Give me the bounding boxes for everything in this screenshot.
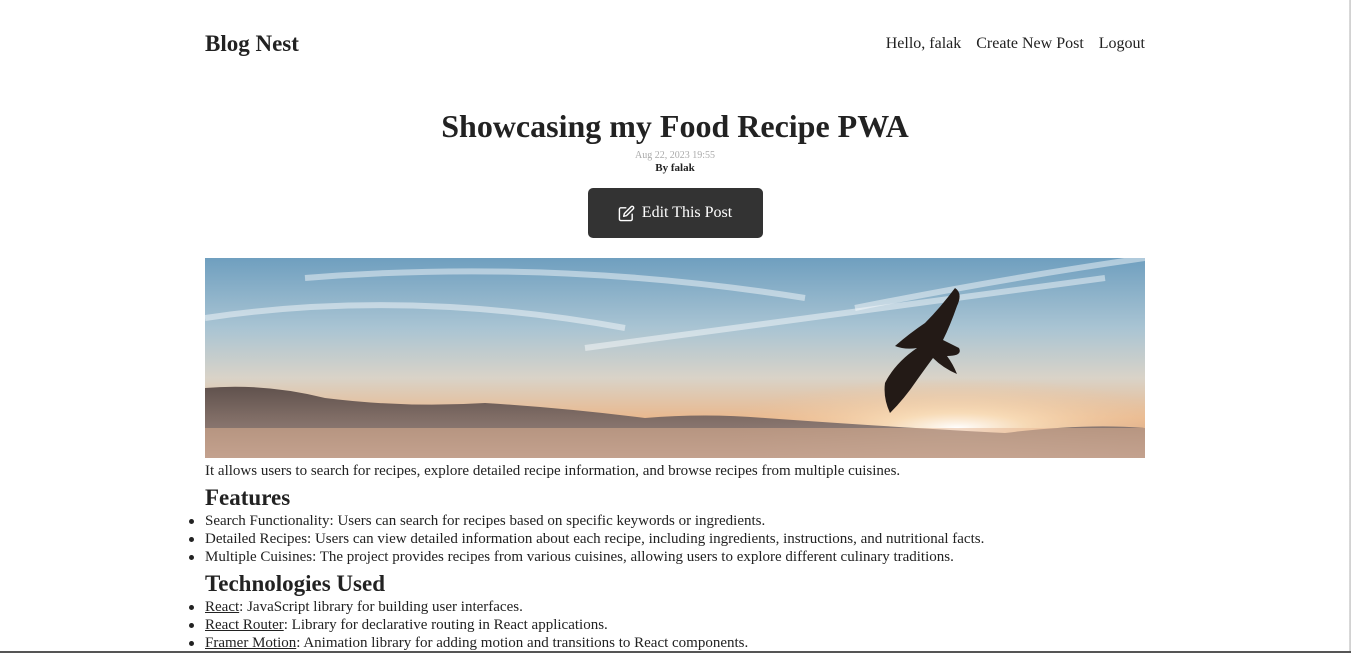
page: Blog Nest Hello, falak Create New Post L… xyxy=(0,0,1351,653)
features-heading: Features xyxy=(205,485,291,510)
post-author: By falak xyxy=(655,162,695,174)
main-container: Blog Nest Hello, falak Create New Post L… xyxy=(189,0,1145,652)
post-cover-image xyxy=(205,258,1145,458)
list-item: Multiple Cuisines: The project provides … xyxy=(189,548,1145,566)
react-router-link[interactable]: React Router xyxy=(205,617,284,633)
technologies-list: React: JavaScript library for building u… xyxy=(189,598,1145,652)
framer-motion-link[interactable]: Framer Motion xyxy=(205,635,296,651)
logout-link[interactable]: Logout xyxy=(1099,34,1145,54)
list-item: React: JavaScript library for building u… xyxy=(189,598,1145,616)
list-item: Framer Motion: Animation library for add… xyxy=(189,634,1145,652)
react-router-desc: : Library for declarative routing in Rea… xyxy=(283,617,608,633)
post-content: It allows users to search for recipes, e… xyxy=(189,462,1145,652)
post-intro: It allows users to search for recipes, e… xyxy=(205,463,901,479)
edit-post-button[interactable]: Edit This Post xyxy=(587,188,763,238)
list-item: Search Functionality: Users can search f… xyxy=(189,512,1145,530)
site-logo[interactable]: Blog Nest xyxy=(205,30,299,58)
user-greeting: Hello, falak xyxy=(885,35,962,52)
post-timestamp: Aug 22, 2023 19:55 xyxy=(635,150,715,161)
technologies-heading: Technologies Used xyxy=(205,571,385,596)
edit-post-label: Edit This Post xyxy=(641,204,733,221)
edit-button-wrap: Edit This Post xyxy=(205,188,1145,238)
list-item: React Router: Library for declarative ro… xyxy=(189,616,1145,634)
features-list: Search Functionality: Users can search f… xyxy=(189,512,1145,566)
main-nav: Hello, falak Create New Post Logout xyxy=(886,34,1145,54)
framer-motion-desc: : Animation library for adding motion an… xyxy=(296,635,749,651)
react-desc: : JavaScript library for building user i… xyxy=(239,599,523,615)
edit-icon xyxy=(618,205,635,222)
post-title: Showcasing my Food Recipe PWA xyxy=(441,108,909,144)
react-link[interactable]: React xyxy=(205,599,239,615)
site-header: Blog Nest Hello, falak Create New Post L… xyxy=(205,0,1145,88)
create-post-link[interactable]: Create New Post xyxy=(976,34,1084,54)
list-item: Detailed Recipes: Users can view detaile… xyxy=(189,530,1145,548)
